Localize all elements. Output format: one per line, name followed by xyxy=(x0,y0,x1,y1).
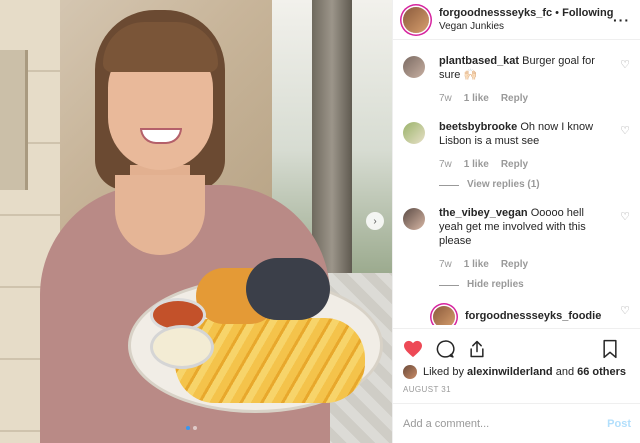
comment: beetsbybrooke Oh now I know Lisbon is a … xyxy=(403,106,630,192)
action-row xyxy=(403,337,631,361)
add-comment-input[interactable] xyxy=(403,417,608,430)
comment-age[interactable]: 7w xyxy=(439,92,452,106)
hide-replies-button[interactable]: Hide replies xyxy=(439,278,599,292)
hide-replies-label: Hide replies xyxy=(467,279,524,290)
heart-outline-icon[interactable]: ♡ xyxy=(620,304,630,317)
comment-meta: 7w 1 like Reply xyxy=(439,258,599,272)
add-comment-bar: Post xyxy=(393,403,640,443)
comment-body: plantbased_kat Burger goal for sure 🙌🏻 7… xyxy=(439,54,599,106)
comment-icon[interactable] xyxy=(435,339,455,359)
comment-likes[interactable]: 1 like xyxy=(464,258,489,272)
reply-button[interactable]: Reply xyxy=(501,92,528,106)
post-comment-button[interactable]: Post xyxy=(607,418,631,430)
more-dots-icon[interactable]: ··· xyxy=(613,12,630,28)
comment-body: beetsbybrooke Oh now I know Lisbon is a … xyxy=(439,120,599,192)
carousel-dot xyxy=(193,426,197,430)
nested-reply: forgoodnessseyks_foodie ♡ xyxy=(403,292,630,325)
bookmark-icon[interactable] xyxy=(601,339,619,359)
commenter-avatar[interactable] xyxy=(403,56,425,78)
view-replies-label: View replies (1) xyxy=(467,179,540,190)
post-photo[interactable]: › xyxy=(0,0,392,443)
reply-username[interactable]: forgoodnessseyks_foodie xyxy=(465,309,625,323)
comment-meta: 7w 1 like Reply xyxy=(439,92,599,106)
liker-username[interactable]: alexinwilderland xyxy=(467,366,553,378)
comment-age[interactable]: 7w xyxy=(439,158,452,172)
heart-filled-icon[interactable] xyxy=(403,340,423,358)
carousel-dot-active xyxy=(186,426,190,430)
author-info: forgoodnessseyks_fc • Following Vegan Ju… xyxy=(439,7,613,33)
following-button[interactable]: Following xyxy=(562,7,613,19)
commenter-username[interactable]: beetsbybrooke xyxy=(439,121,517,133)
commenter-username[interactable]: the_vibey_vegan xyxy=(439,207,528,219)
comment-age[interactable]: 7w xyxy=(439,258,452,272)
reply-line xyxy=(439,184,459,186)
header-separator: • xyxy=(555,6,560,19)
photo-mayo-dish xyxy=(150,325,214,369)
post-actions: Liked by alexinwilderland and 66 others … xyxy=(393,328,640,394)
author-username[interactable]: forgoodnessseyks_fc xyxy=(439,7,552,19)
reply-button[interactable]: Reply xyxy=(501,258,528,272)
comment: the_vibey_vegan Ooooo hell yeah get me i… xyxy=(403,192,630,292)
post-sidebar: forgoodnessseyks_fc • Following Vegan Ju… xyxy=(392,0,640,443)
liker-avatar[interactable] xyxy=(403,365,417,379)
likes-others[interactable]: 66 others xyxy=(577,366,626,378)
reply-avatar[interactable] xyxy=(433,306,455,325)
comment: plantbased_kat Burger goal for sure 🙌🏻 7… xyxy=(403,40,630,106)
photo-frame xyxy=(0,50,28,190)
commenter-avatar[interactable] xyxy=(403,122,425,144)
post-location[interactable]: Vegan Junkies xyxy=(439,20,613,33)
post-date[interactable]: AUGUST 31 xyxy=(403,385,631,394)
heart-outline-icon[interactable]: ♡ xyxy=(620,58,630,71)
comment-likes[interactable]: 1 like xyxy=(464,92,489,106)
photo-bangs xyxy=(103,22,218,72)
likes-and: and xyxy=(555,366,575,378)
share-icon[interactable] xyxy=(467,339,487,359)
carousel-dots xyxy=(186,426,197,430)
photo-burger-black-bun xyxy=(246,258,330,320)
comment-likes[interactable]: 1 like xyxy=(464,158,489,172)
commenter-username[interactable]: plantbased_kat xyxy=(439,55,519,67)
reply-button[interactable]: Reply xyxy=(501,158,528,172)
comment-meta: 7w 1 like Reply xyxy=(439,158,599,172)
comments-list[interactable]: plantbased_kat Burger goal for sure 🙌🏻 7… xyxy=(393,40,640,325)
carousel-next-icon[interactable]: › xyxy=(366,212,384,230)
view-replies-button[interactable]: View replies (1) xyxy=(439,178,599,192)
heart-outline-icon[interactable]: ♡ xyxy=(620,210,630,223)
reply-line xyxy=(439,284,459,286)
instagram-post: › forgoodnessseyks_fc • Following Vegan … xyxy=(0,0,640,443)
likes-prefix: Liked by xyxy=(423,366,464,378)
comment-body: the_vibey_vegan Ooooo hell yeah get me i… xyxy=(439,206,599,292)
commenter-avatar[interactable] xyxy=(403,208,425,230)
post-header: forgoodnessseyks_fc • Following Vegan Ju… xyxy=(393,0,640,40)
heart-outline-icon[interactable]: ♡ xyxy=(620,124,630,137)
author-avatar[interactable] xyxy=(403,6,429,33)
likes-summary: Liked by alexinwilderland and 66 others xyxy=(403,365,631,379)
